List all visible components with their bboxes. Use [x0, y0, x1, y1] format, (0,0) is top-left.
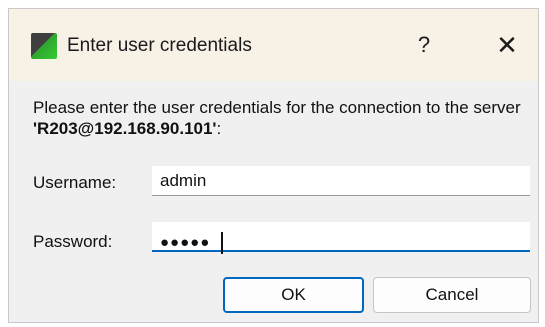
username-field[interactable]: [152, 166, 530, 196]
credentials-dialog: Enter user credentials ? ✕ Please enter …: [8, 8, 539, 323]
server-name: 'R203@192.168.90.101': [33, 119, 217, 138]
help-button[interactable]: ?: [406, 27, 442, 63]
text-caret: [221, 232, 223, 254]
prompt-colon: :: [216, 119, 222, 138]
username-label: Username:: [33, 173, 117, 192]
prompt-text: Please enter the user credentials for th…: [33, 98, 521, 117]
window-title: Enter user credentials: [67, 35, 252, 56]
cancel-button[interactable]: Cancel: [373, 277, 531, 313]
ok-button[interactable]: OK: [223, 277, 364, 313]
password-label: Password:: [33, 232, 113, 251]
prompt-message: Please enter the user credentials for th…: [33, 97, 533, 139]
title-bar: Enter user credentials ? ✕: [9, 9, 538, 81]
close-button[interactable]: ✕: [489, 27, 525, 63]
app-icon: [31, 33, 57, 59]
password-mask: ●●●●●: [160, 234, 211, 251]
